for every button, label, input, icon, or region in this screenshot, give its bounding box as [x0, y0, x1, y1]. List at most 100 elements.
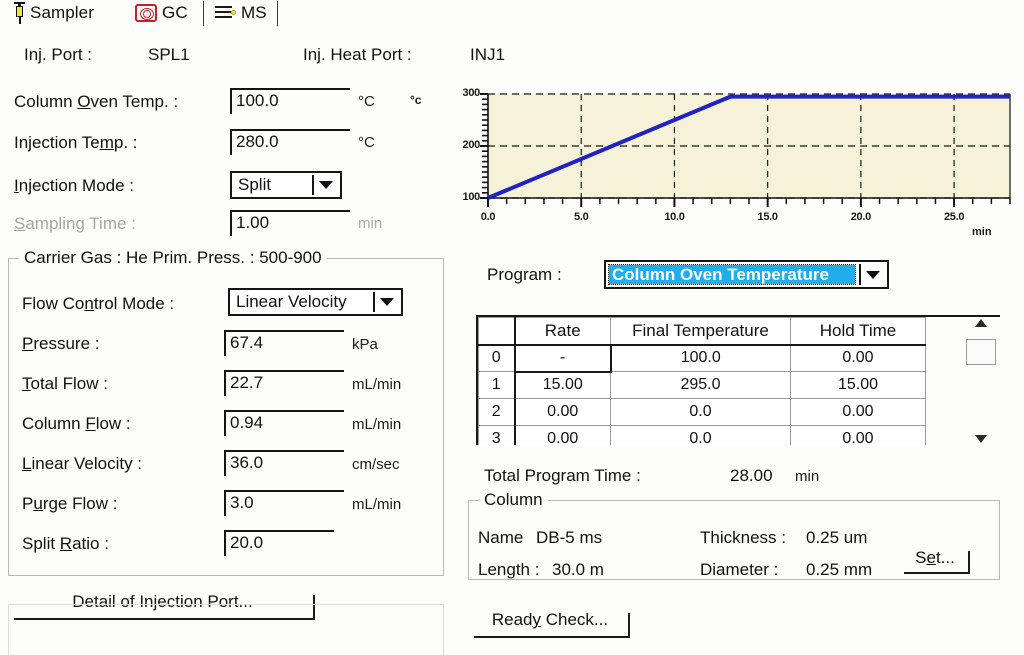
- cell-final-temp[interactable]: 100.0: [610, 344, 791, 372]
- program-dropdown-button[interactable]: [859, 264, 885, 285]
- tab-ms[interactable]: MS: [214, 0, 267, 26]
- column-flow-field[interactable]: 0.94: [224, 410, 344, 436]
- table-row[interactable]: 3 0.00 0.0 0.00: [478, 425, 926, 445]
- cell-index[interactable]: 2: [478, 398, 516, 426]
- chart-y-unit: °c: [410, 93, 422, 107]
- cell-index[interactable]: 0: [478, 344, 516, 372]
- column-diameter-value: 0.25 mm: [806, 560, 873, 579]
- tab-separator-2: [277, 1, 278, 26]
- flow-control-mode-value: Linear Velocity: [236, 292, 347, 311]
- column-name-label: Name: [478, 528, 524, 547]
- sampling-time-value: 1.00: [236, 213, 270, 232]
- chevron-down-icon: [380, 298, 394, 306]
- table-row[interactable]: 1 15.00 295.0 15.00: [478, 371, 926, 399]
- pressure-field[interactable]: 67.4: [224, 330, 344, 356]
- cell-final-temp[interactable]: 0.0: [610, 398, 791, 426]
- chevron-down-icon: [319, 181, 333, 189]
- program-table-wrapper[interactable]: Rate Final Temperature Hold Time 0-100.0…: [476, 317, 926, 445]
- tab-separator-1: [203, 1, 204, 26]
- purge-flow-field[interactable]: 3.0: [224, 490, 344, 516]
- total-program-time-value: 28.00: [730, 466, 773, 485]
- total-program-time-unit: min: [795, 468, 820, 485]
- cell-final-temp[interactable]: 0.0: [610, 425, 791, 445]
- flow-control-mode-dropdown-button[interactable]: [373, 292, 399, 312]
- sampling-time-label: Sampling Time :: [14, 214, 136, 233]
- chart-x-tick-label: 15.0: [757, 211, 779, 223]
- bottom-partial-group: [8, 604, 444, 655]
- column-oven-temp-field[interactable]: 100.0: [230, 88, 350, 114]
- injection-temp-label: Injection Temp. :: [14, 133, 138, 152]
- split-ratio-value: 20.0: [230, 533, 264, 552]
- column-set-label: Set...: [915, 548, 955, 567]
- inj-heat-port-label: Inj. Heat Port :: [303, 45, 412, 64]
- column-oven-temp-label: Column Oven Temp. :: [14, 92, 179, 111]
- total-flow-field[interactable]: 22.7: [224, 370, 344, 396]
- column-oven-temp-unit: °C: [358, 93, 375, 110]
- cell-index[interactable]: 1: [478, 371, 516, 399]
- program-table-scrollbar[interactable]: [966, 317, 996, 445]
- chart-svg: [480, 93, 1011, 207]
- sampling-time-field[interactable]: 1.00: [230, 210, 350, 236]
- column-thickness-label: Thickness :: [700, 528, 786, 547]
- column-diameter-label: Diameter :: [700, 560, 779, 579]
- cell-hold-time[interactable]: 0.00: [790, 398, 926, 426]
- injection-mode-dropdown-button[interactable]: [312, 175, 338, 195]
- scroll-up-arrow-icon[interactable]: [975, 319, 987, 327]
- cell-rate[interactable]: 0.00: [514, 425, 611, 445]
- chart-y-tick-label: 200: [462, 139, 481, 151]
- cell-hold-time[interactable]: 0.00: [790, 425, 926, 445]
- chevron-down-icon: [866, 270, 880, 279]
- program-combo[interactable]: Column Oven Temperature: [604, 260, 889, 289]
- sampling-time-unit: min: [358, 215, 383, 232]
- ready-check-button[interactable]: Ready Check...: [470, 610, 630, 638]
- flow-control-mode-combo[interactable]: Linear Velocity: [228, 288, 403, 316]
- instrument-tabstrip: Sampler GC MS: [0, 0, 1024, 28]
- total-program-time-label: Total Program Time :: [484, 466, 641, 485]
- col-rate: Rate: [514, 317, 611, 346]
- split-ratio-field[interactable]: 20.0: [224, 530, 334, 556]
- cell-rate[interactable]: 15.00: [514, 371, 611, 399]
- column-flow-unit: mL/min: [352, 416, 402, 433]
- purge-flow-label: Purge Flow :: [22, 494, 118, 513]
- table-row[interactable]: 0-100.0 0.00: [478, 343, 926, 373]
- split-ratio-label: Split Ratio :: [22, 534, 109, 553]
- column-length-value: 30.0 m: [552, 560, 604, 579]
- scroll-down-arrow-icon[interactable]: [975, 435, 987, 443]
- injection-mode-combo[interactable]: Split: [230, 171, 342, 199]
- program-label: Program :: [487, 265, 562, 284]
- cell-rate[interactable]: -: [513, 343, 612, 373]
- tab-sampler[interactable]: Sampler: [14, 0, 94, 26]
- scrollbar-thumb[interactable]: [966, 339, 996, 365]
- column-set-button[interactable]: Set...: [900, 548, 970, 574]
- cell-hold-time[interactable]: 15.00: [790, 371, 926, 399]
- program-table-header-row: Rate Final Temperature Hold Time: [478, 317, 926, 346]
- injection-temp-unit: °C: [358, 134, 375, 151]
- tab-ms-label: MS: [241, 3, 267, 22]
- table-row[interactable]: 2 0.00 0.0 0.00: [478, 398, 926, 426]
- injection-temp-value: 280.0: [236, 132, 279, 151]
- column-group-title: Column: [479, 490, 548, 510]
- cell-index[interactable]: 3: [478, 425, 516, 445]
- inj-port-label: Inj. Port :: [24, 45, 93, 64]
- program-table[interactable]: Rate Final Temperature Hold Time 0-100.0…: [478, 317, 926, 445]
- col-index: [478, 317, 516, 346]
- chart-x-tick-label: 0.0: [480, 211, 496, 223]
- injection-temp-field[interactable]: 280.0: [230, 129, 350, 155]
- linear-velocity-field[interactable]: 36.0: [224, 450, 344, 476]
- cell-hold-time[interactable]: 0.00: [790, 344, 926, 372]
- ready-check-label: Ready Check...: [491, 610, 609, 629]
- column-length-label: Length :: [478, 560, 540, 579]
- cell-final-temp[interactable]: 295.0: [610, 371, 791, 399]
- col-hold-time: Hold Time: [790, 317, 926, 346]
- inj-heat-port-value: INJ1: [470, 45, 505, 64]
- tab-gc[interactable]: GC: [135, 0, 188, 26]
- column-flow-value: 0.94: [230, 413, 264, 432]
- linear-velocity-unit: cm/sec: [352, 456, 400, 473]
- cell-rate[interactable]: 0.00: [514, 398, 611, 426]
- syringe-icon: [14, 2, 25, 24]
- gc-oven-icon: [135, 4, 157, 22]
- chart-x-tick-label: 25.0: [943, 211, 965, 223]
- carrier-gas-group-title: Carrier Gas : He Prim. Press. : 500-900: [19, 248, 327, 268]
- linear-velocity-value: 36.0: [230, 453, 264, 472]
- total-flow-value: 22.7: [230, 373, 264, 392]
